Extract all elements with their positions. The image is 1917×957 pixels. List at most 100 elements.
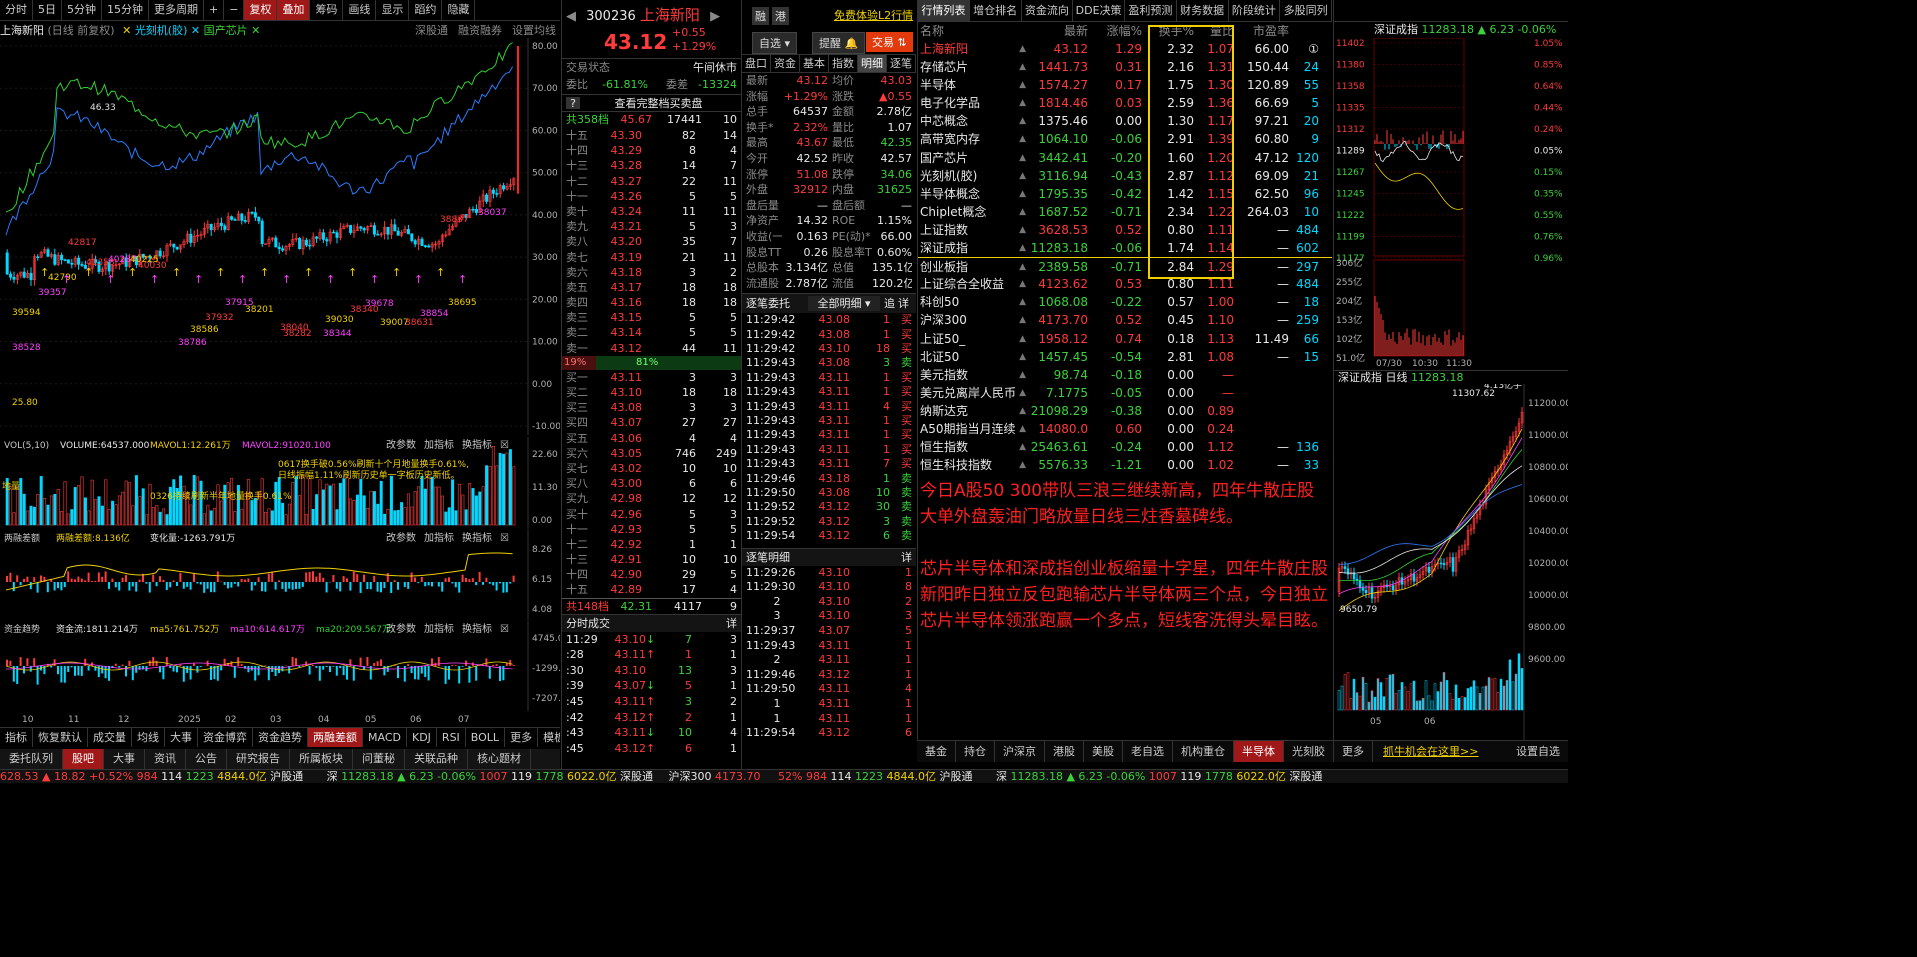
market-row[interactable]: 国产芯片 ▲ 3442.41 -0.20 1.60 1.20 47.12 120 — [918, 149, 1332, 167]
block-tab-7[interactable]: 半导体 — [1234, 741, 1284, 762]
indicator-tab-6[interactable]: 资金趋势 — [253, 728, 308, 747]
bell-icon[interactable]: ▲ — [1019, 402, 1026, 420]
info-tab-0[interactable]: 委托队列 — [0, 749, 63, 769]
book-level[interactable]: 买七 43.02 10 10 — [562, 461, 741, 476]
book-level[interactable]: 十三 42.91 10 10 — [562, 552, 741, 567]
indicator-tab-5[interactable]: 资金博弈 — [198, 728, 253, 747]
toolbar-item-11[interactable]: 显示 — [376, 0, 410, 20]
market-row[interactable]: 上证指数 ▲ 3628.53 0.52 0.80 1.11—484 — [918, 221, 1332, 239]
zhubi-more-button[interactable]: 详 — [898, 294, 912, 313]
bell-icon[interactable]: ▲ — [1019, 58, 1026, 76]
indicator-tab-1[interactable]: 恢复默认 — [33, 728, 88, 747]
block-tab-1[interactable]: 持仓 — [956, 741, 995, 762]
bell-icon[interactable]: ▲ — [1019, 258, 1026, 275]
quote-tab-4[interactable]: 明细 — [858, 55, 887, 72]
market-row[interactable]: A50期指当月连续 ▲ 14080.0 0.60 0.00 0.24 — [918, 420, 1332, 438]
book-level[interactable]: 买九 42.98 12 12 — [562, 491, 741, 506]
book-level[interactable]: 十一 43.26 5 5 — [562, 189, 741, 204]
toolbar-item-13[interactable]: 隐藏 — [442, 0, 476, 20]
jiaoyi-button[interactable]: 交易 ⇅ — [866, 32, 913, 52]
header-link-1[interactable]: 融资融券 — [458, 24, 502, 37]
toolbar-item-5[interactable]: + — [204, 0, 225, 20]
full-book-row[interactable]: ? 查看完整档买卖盘 — [562, 94, 741, 112]
bell-icon[interactable]: ▲ — [1019, 40, 1026, 58]
toolbar-item-8[interactable]: 叠加 — [277, 0, 311, 20]
toolbar-item-6[interactable]: − — [224, 0, 245, 20]
market-col-5[interactable]: 市盈率 — [1234, 22, 1289, 40]
mini-daily-chart[interactable]: 4.13亿手11307.6211200.0011000.0010800.0010… — [1334, 384, 1568, 740]
indicator-tab-2[interactable]: 成交量 — [88, 728, 132, 747]
flow-link-1[interactable]: 加指标 — [424, 622, 454, 635]
market-row[interactable]: 高带宽内存 ▲ 1064.10 -0.06 2.91 1.39 60.80 9 — [918, 130, 1332, 148]
bell-icon[interactable]: ▲ — [1019, 438, 1026, 456]
indicator-tab-13[interactable]: 模板 — [538, 728, 560, 747]
toolbar-item-10[interactable]: 画线 — [343, 0, 377, 20]
market-row[interactable]: 半导体 ▲ 1574.27 0.17 1.75 1.30 120.89 55 — [918, 76, 1332, 94]
book-level[interactable]: 买三 43.08 3 3 — [562, 400, 741, 415]
book-level[interactable]: 卖二 43.14 5 5 — [562, 325, 741, 340]
book-level[interactable]: 卖六 43.18 3 2 — [562, 265, 741, 280]
market-row[interactable]: 深证成指 ▲ 11283.18 -0.06 1.74 1.14—602 — [918, 239, 1332, 257]
toolbar-item-0[interactable]: 分时 — [0, 0, 33, 20]
market-row[interactable]: 恒生指数 ▲ 25463.61 -0.24 0.00 1.12 — 136 — [918, 438, 1332, 456]
book-level[interactable]: 十一 42.93 5 5 — [562, 522, 741, 537]
toolbar-item-4[interactable]: 更多周期 — [149, 0, 204, 20]
book-level[interactable]: 卖七 43.19 21 11 — [562, 250, 741, 265]
indicator-tab-10[interactable]: RSI — [437, 728, 466, 747]
indicator-tab-8[interactable]: MACD — [363, 728, 407, 747]
margin-chart[interactable]: 两融差额 两融差额:8.136亿 变化量:-1263.791万 改参数 加指标 换指标 ☒ 8… — [0, 530, 560, 620]
quote-tab-1[interactable]: 资金 — [771, 55, 800, 72]
indicator-tab-0[interactable]: 指标 — [0, 728, 33, 747]
tag-rong[interactable]: 融 — [752, 7, 769, 25]
status-sgt-link[interactable]: 深股通 — [620, 770, 653, 783]
bell-icon[interactable]: ▲ — [1019, 456, 1026, 474]
l2-trial-link[interactable]: 免费体验L2行情 — [834, 7, 913, 23]
market-row[interactable]: 纳斯达克 ▲ 21098.29 -0.38 0.00 0.89 — [918, 402, 1332, 420]
flow-chart[interactable]: 资金趋势 资金流:1811.214万 ma5:761.752万 ma10:614.61… — [0, 621, 560, 711]
book-level[interactable]: 十五 43.30 82 14 — [562, 128, 741, 143]
close-icon[interactable]: ☒ — [500, 440, 509, 451]
bell-icon[interactable]: ▲ — [1019, 94, 1026, 112]
book-level[interactable]: 卖九 43.21 5 3 — [562, 219, 741, 234]
block-tab-4[interactable]: 美股 — [1084, 741, 1123, 762]
indicator-tab-3[interactable]: 均线 — [132, 728, 165, 747]
zhui-button[interactable]: 追 — [884, 294, 898, 313]
market-tab-0[interactable]: 行情列表 — [918, 0, 970, 21]
overlay-guangkeji[interactable]: 光刻机(胶) — [135, 24, 188, 37]
book-level[interactable]: 卖三 43.15 5 5 — [562, 310, 741, 325]
block-tab-2[interactable]: 沪深京 — [995, 741, 1045, 762]
indicator-tab-7[interactable]: 两融差额 — [308, 728, 363, 747]
indicator-tab-12[interactable]: 更多 — [505, 728, 539, 747]
toolbar-item-9[interactable]: 筹码 — [310, 0, 344, 20]
book-level[interactable]: 十四 42.90 29 5 — [562, 567, 741, 582]
margin-link-1[interactable]: 加指标 — [424, 531, 454, 544]
book-level[interactable]: 卖五 43.17 18 18 — [562, 280, 741, 295]
market-row[interactable]: 半导体概念 ▲ 1795.35 -0.42 1.42 1.15 62.50 96 — [918, 185, 1332, 203]
bell-icon[interactable]: ▲ — [1019, 130, 1026, 148]
bell-icon[interactable]: ▲ — [1019, 330, 1026, 348]
question-icon[interactable]: ? — [566, 97, 580, 109]
toolbar-item-2[interactable]: 5分钟 — [62, 0, 102, 20]
book-level[interactable]: 买八 43.00 6 6 — [562, 476, 741, 491]
market-row[interactable]: 存储芯片 ▲ 1441.73 0.31 2.16 1.31 150.44 24 — [918, 58, 1332, 76]
info-tab-4[interactable]: 公告 — [186, 749, 227, 769]
zhubi-mx-more-button[interactable]: 详 — [901, 549, 912, 566]
info-tab-9[interactable]: 核心题材 — [468, 749, 531, 769]
book-level[interactable]: 买十 42.96 5 3 — [562, 507, 741, 522]
market-row[interactable]: 恒生科技指数 ▲ 5576.33 -1.21 0.00 1.02 — 33 — [918, 456, 1332, 474]
block-tab-5[interactable]: 老自选 — [1123, 741, 1173, 762]
book-level[interactable]: 买四 43.07 27 27 — [562, 415, 741, 430]
book-level[interactable]: 买五 43.06 4 4 — [562, 431, 741, 446]
market-tab-1[interactable]: 增仓排名 — [970, 0, 1022, 21]
indicator-tab-4[interactable]: 大事 — [165, 728, 198, 747]
book-level[interactable]: 十三 43.28 14 7 — [562, 158, 741, 173]
status-r15[interactable]: 深股通 — [1289, 770, 1322, 783]
zhubi-filter[interactable]: 全部明细 ▾ — [808, 296, 880, 312]
fenshi-more-button[interactable]: 详 — [726, 615, 737, 632]
info-tab-5[interactable]: 研究报告 — [227, 749, 290, 769]
mini-intraday-chart[interactable]: 11402 1.05% 11380 0.85% 11358 0.64% 11335 0.44%… — [1334, 38, 1568, 368]
market-row[interactable]: 上证综合全收益 ▲ 4123.62 0.53 0.80 1.11—484 — [918, 275, 1332, 293]
quote-tab-3[interactable]: 指数 — [829, 55, 858, 72]
bell-icon[interactable]: ▲ — [1019, 76, 1026, 94]
market-row[interactable]: 创业板指 ▲ 2389.58 -0.71 2.84 1.29—297 — [918, 257, 1332, 275]
